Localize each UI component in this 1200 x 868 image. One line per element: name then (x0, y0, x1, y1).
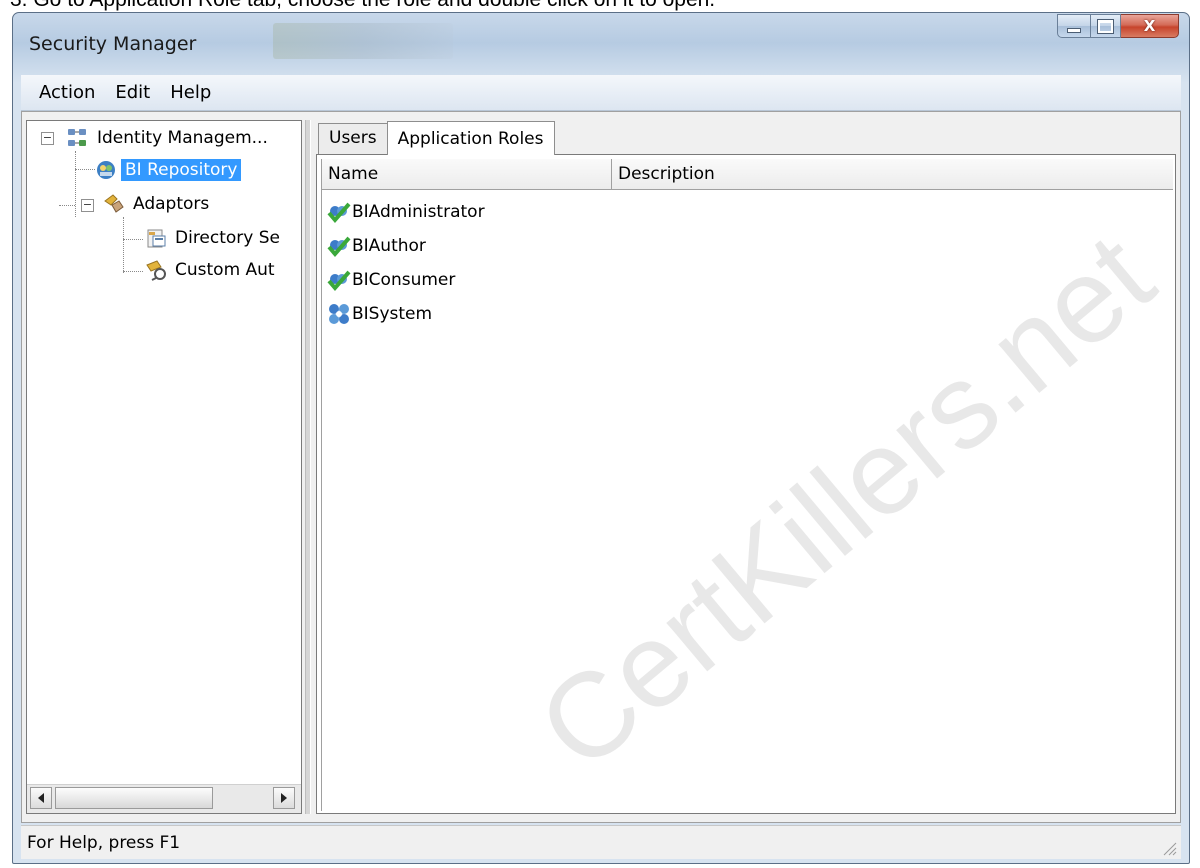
tab-application-roles[interactable]: Application Roles (386, 121, 555, 155)
collapse-adaptors-toggle[interactable]: − (81, 199, 94, 212)
resize-grip-icon[interactable] (1159, 838, 1177, 856)
status-text: For Help, press F1 (27, 832, 181, 853)
tree-horizontal-scrollbar[interactable] (27, 784, 301, 813)
scroll-right-button[interactable] (273, 787, 295, 809)
bi-repository-icon (97, 161, 115, 179)
tree-line (123, 217, 124, 273)
minimize-button[interactable] (1057, 14, 1091, 38)
menu-help[interactable]: Help (160, 78, 221, 107)
tree-node-custom-authenticator[interactable]: Custom Aut (145, 255, 279, 285)
tree-label-identity-management: Identity Managem... (97, 128, 268, 148)
client-area: − Identity Managem... BI Repository − Ad… (21, 111, 1181, 823)
arrow-left-icon (38, 793, 44, 803)
close-icon: X (1143, 17, 1156, 35)
role-name: BIConsumer (352, 270, 456, 290)
list-header: Name Description (322, 159, 1173, 190)
pane-splitter[interactable] (305, 120, 311, 814)
list-item-biauthor[interactable]: BIAuthor (322, 229, 1173, 263)
close-button[interactable]: X (1121, 14, 1179, 38)
role-check-icon (327, 202, 351, 224)
window-controls: X (1057, 14, 1179, 40)
role-name: BIAuthor (352, 236, 426, 256)
collapse-identity-toggle[interactable]: − (41, 132, 54, 145)
column-header-description[interactable]: Description (612, 159, 1173, 189)
tree-line (75, 169, 95, 170)
menu-edit[interactable]: Edit (105, 78, 160, 107)
window-title: Security Manager (29, 33, 197, 55)
tree-node-identity-management[interactable]: Identity Managem... (67, 123, 272, 153)
column-header-name[interactable]: Name (322, 159, 612, 189)
role-system-icon (329, 304, 349, 324)
menu-action[interactable]: Action (29, 78, 105, 107)
tree-node-bi-repository[interactable]: BI Repository (95, 155, 242, 185)
application-roles-panel: Name Description BIAdministrator BIAutho… (316, 154, 1176, 814)
list-item-bisystem[interactable]: BISystem (322, 297, 1173, 331)
tree-line (123, 271, 143, 272)
tab-strip: Users Application Roles (318, 120, 555, 155)
tree-label-adaptors: Adaptors (133, 194, 210, 214)
tree-node-adaptors[interactable]: Adaptors (103, 189, 213, 219)
instruction-caption: 3. Go to Application Role tab, choose th… (10, 0, 715, 12)
title-bar-background-ghost (273, 23, 453, 59)
list-item-biconsumer[interactable]: BIConsumer (322, 263, 1173, 297)
list-rows: BIAdministrator BIAuthor BIConsumer BISy… (322, 195, 1173, 331)
title-bar[interactable]: Security Manager X (13, 13, 1189, 67)
role-name: BIAdministrator (352, 202, 485, 222)
directory-server-icon (147, 229, 166, 248)
adaptors-icon (104, 194, 124, 213)
role-check-icon (327, 236, 351, 258)
identity-management-icon (68, 129, 86, 146)
menu-bar: Action Edit Help (21, 75, 1181, 111)
tree-label-bi-repository: BI Repository (121, 159, 242, 181)
role-name: BISystem (352, 304, 433, 324)
status-bar: For Help, press F1 (21, 825, 1181, 859)
navigation-tree[interactable]: − Identity Managem... BI Repository − Ad… (26, 120, 302, 814)
role-check-icon (327, 270, 351, 292)
maximize-button[interactable] (1091, 14, 1121, 38)
scroll-left-button[interactable] (30, 787, 52, 809)
tree-line (123, 239, 143, 240)
roles-list[interactable]: Name Description BIAdministrator BIAutho… (321, 159, 1173, 811)
minimize-icon (1067, 27, 1081, 33)
tree-line (59, 205, 75, 206)
tree-label-custom-authenticator: Custom Aut (175, 260, 275, 280)
security-manager-window: Security Manager X Action Edit Help − Id… (12, 12, 1190, 864)
list-item-biadministrator[interactable]: BIAdministrator (322, 195, 1173, 229)
maximize-icon (1097, 18, 1114, 34)
tree-node-directory-server[interactable]: Directory Se (145, 223, 284, 253)
scroll-thumb[interactable] (55, 787, 213, 809)
custom-authenticator-icon (146, 260, 166, 281)
tree-label-directory-server: Directory Se (175, 228, 281, 248)
arrow-right-icon (281, 793, 287, 803)
tree-line (75, 151, 76, 217)
tab-users[interactable]: Users (318, 123, 388, 154)
